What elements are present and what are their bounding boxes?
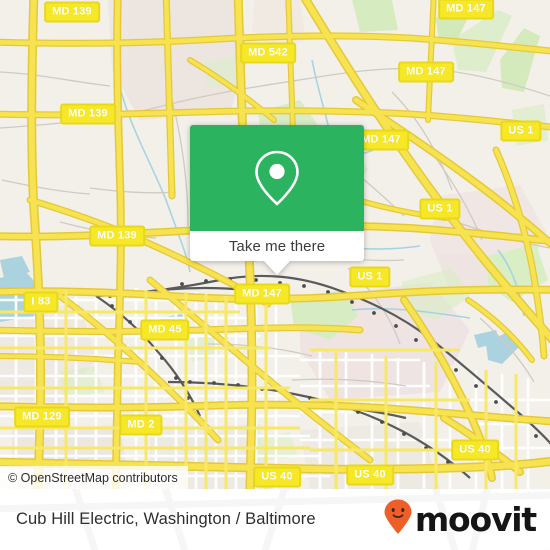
road-shield[interactable]: US 1 bbox=[500, 120, 542, 142]
moovit-smiley-pin-icon bbox=[383, 499, 413, 540]
road-shield[interactable]: MD 2 bbox=[119, 414, 163, 436]
road-shield[interactable]: MD 139 bbox=[44, 1, 100, 23]
road-shield[interactable]: MD 147 bbox=[438, 0, 494, 20]
take-me-there-label: Take me there bbox=[228, 237, 326, 255]
road-shield[interactable]: US 40 bbox=[451, 439, 499, 461]
road-shield[interactable]: US 40 bbox=[346, 464, 394, 486]
road-shield[interactable]: MD 139 bbox=[60, 103, 116, 125]
road-shield[interactable]: US 40 bbox=[253, 466, 301, 488]
road-shield[interactable]: I 83 bbox=[23, 291, 59, 313]
road-shield[interactable]: MD 139 bbox=[89, 225, 145, 247]
page-title-text: Cub Hill Electric, Washington / Baltimor… bbox=[16, 510, 316, 528]
osm-attribution-label: © OpenStreetMap contributors bbox=[8, 470, 178, 485]
moovit-logo[interactable]: moovit bbox=[383, 489, 537, 550]
road-shield[interactable]: MD 542 bbox=[240, 42, 296, 64]
road-shield[interactable]: MD 147 bbox=[398, 61, 454, 83]
page-title: Cub Hill Electric, Washington / Baltimor… bbox=[16, 489, 316, 550]
location-pin-icon bbox=[253, 149, 301, 207]
callout-pointer-tail bbox=[264, 261, 290, 275]
map-screenshot-page: MD 139 MD 542 MD 147 MD 147 MD 139 MD 14… bbox=[0, 0, 550, 550]
road-shield[interactable]: MD 129 bbox=[14, 406, 70, 428]
road-shield[interactable]: US 1 bbox=[349, 266, 391, 288]
take-me-there-button[interactable]: Take me there bbox=[190, 231, 364, 261]
road-shield[interactable]: US 1 bbox=[419, 198, 461, 220]
road-shield[interactable]: MD 45 bbox=[140, 319, 190, 341]
callout-header bbox=[190, 125, 364, 231]
footer-bar: Cub Hill Electric, Washington / Baltimor… bbox=[0, 489, 550, 550]
map-canvas[interactable]: MD 139 MD 542 MD 147 MD 147 MD 139 MD 14… bbox=[0, 0, 550, 489]
moovit-wordmark: moovit bbox=[414, 500, 537, 539]
osm-attribution[interactable]: © OpenStreetMap contributors bbox=[0, 466, 188, 489]
road-shield[interactable]: MD 147 bbox=[234, 283, 290, 305]
location-callout-card[interactable]: Take me there bbox=[190, 125, 364, 275]
